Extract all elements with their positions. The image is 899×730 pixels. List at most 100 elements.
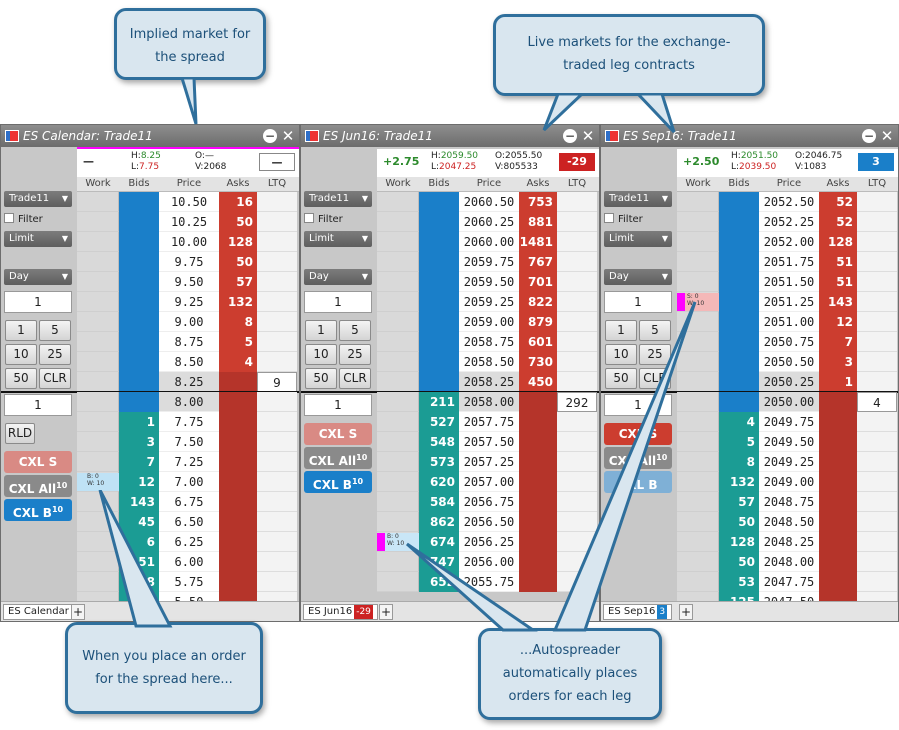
ask-qty-cell[interactable]: 8 [219, 312, 257, 332]
ask-qty-cell[interactable]: 50 [219, 212, 257, 232]
ask-qty-cell[interactable]: 767 [519, 252, 557, 272]
bid-cell[interactable] [719, 332, 759, 352]
ask-cell[interactable] [219, 512, 257, 532]
ladder-row-bid[interactable]: 3 7.50 [77, 432, 299, 452]
bid-cell[interactable] [119, 312, 159, 332]
price-cell[interactable]: 8.50 [159, 352, 219, 372]
ask-cell[interactable] [219, 432, 257, 452]
price-cell[interactable]: 2052.00 [759, 232, 819, 252]
price-cell[interactable]: 7.00 [159, 472, 219, 492]
account-dropdown[interactable]: Trade11 [604, 191, 672, 207]
ask-qty-cell[interactable]: 143 [819, 292, 857, 312]
work-cell[interactable] [677, 272, 719, 292]
price-cell[interactable]: 2050.00 [759, 392, 819, 412]
price-cell[interactable]: 2060.50 [459, 192, 519, 212]
ladder-row-bid[interactable]: 57 2048.75 [677, 492, 898, 512]
ask-qty-cell[interactable]: 52 [819, 192, 857, 212]
bid-cell[interactable] [719, 272, 759, 292]
ask-qty-cell[interactable]: 50 [219, 252, 257, 272]
qty-25-button[interactable]: 25 [39, 344, 71, 365]
ladder-row-bid[interactable]: 8 2049.25 [677, 452, 898, 472]
qty-5-button[interactable]: 5 [339, 320, 371, 341]
work-cell[interactable] [677, 212, 719, 232]
minimize-icon[interactable]: − [263, 129, 277, 143]
ask-qty-cell[interactable]: 16 [219, 192, 257, 212]
ladder-row-ask[interactable]: 2060.25 881 [377, 212, 599, 232]
ask-cell[interactable] [819, 552, 857, 572]
work-cell[interactable] [677, 192, 719, 212]
work-cell[interactable] [77, 252, 119, 272]
ladder-row-ask[interactable]: 2059.50 701 [377, 272, 599, 292]
bid-qty-cell[interactable]: 132 [719, 472, 759, 492]
price-cell[interactable]: 2048.75 [759, 492, 819, 512]
price-cell[interactable]: 2050.75 [759, 332, 819, 352]
bid-qty-cell[interactable]: 3 [119, 432, 159, 452]
ladder-row-bid[interactable]: 8.00 [77, 392, 299, 412]
bid-qty-cell[interactable]: 128 [719, 532, 759, 552]
ladder-row-ask[interactable]: 2051.00 12 [677, 312, 898, 332]
ladder-row-ask[interactable]: 8.25 9 [77, 372, 299, 392]
work-cell[interactable] [377, 192, 419, 212]
ladder-row-bid[interactable]: 1 7.75 [77, 412, 299, 432]
price-cell[interactable]: 9.25 [159, 292, 219, 312]
bid-cell[interactable] [719, 292, 759, 312]
bid-cell[interactable] [719, 312, 759, 332]
tif-dropdown[interactable]: Day [4, 269, 72, 285]
ladder-row-ask[interactable]: 2059.75 767 [377, 252, 599, 272]
ladder-row-ask[interactable]: 9.75 50 [77, 252, 299, 272]
work-cell[interactable] [77, 272, 119, 292]
bid-qty-cell[interactable]: 50 [719, 552, 759, 572]
ask-qty-cell[interactable]: 1481 [519, 232, 557, 252]
bid-cell[interactable] [119, 232, 159, 252]
ladder-row-ask[interactable]: 2052.00 128 [677, 232, 898, 252]
ladder-row-bid[interactable]: 128 2048.25 [677, 532, 898, 552]
working-order-marker[interactable]: B: 0 W: 10 [77, 473, 119, 491]
account-dropdown[interactable]: Trade11 [304, 191, 372, 207]
quantity-field[interactable]: 1 [4, 291, 72, 313]
price-cell[interactable]: 7.50 [159, 432, 219, 452]
ladder-row-bid[interactable]: 7 7.25 [77, 452, 299, 472]
ask-cell[interactable] [219, 452, 257, 472]
qty-25-button[interactable]: 25 [339, 344, 371, 365]
qty-10-button[interactable]: 10 [305, 344, 337, 365]
bid-cell[interactable] [419, 212, 459, 232]
ladder-row-ask[interactable]: 2060.50 753 [377, 192, 599, 212]
ladder-row-bid[interactable]: 50 2048.50 [677, 512, 898, 532]
work-cell[interactable] [77, 452, 119, 472]
ask-qty-cell[interactable]: 51 [819, 252, 857, 272]
ask-cell[interactable] [819, 492, 857, 512]
bid-qty-cell[interactable] [719, 392, 759, 412]
ask-qty-cell[interactable]: 753 [519, 192, 557, 212]
window-titlebar[interactable]: ES Calendar: Trade11 − ✕ [1, 125, 299, 147]
bid-qty-cell[interactable]: 1 [119, 412, 159, 432]
add-tab-icon[interactable]: + [379, 604, 393, 620]
price-cell[interactable]: 7.25 [159, 452, 219, 472]
work-cell[interactable] [77, 232, 119, 252]
bid-cell[interactable] [719, 232, 759, 252]
order-type-dropdown[interactable]: Limit [4, 231, 72, 247]
ask-cell[interactable] [219, 392, 257, 412]
ladder-row-ask[interactable]: 10.00 128 [77, 232, 299, 252]
bid-cell[interactable] [119, 252, 159, 272]
price-cell[interactable]: 8.00 [159, 392, 219, 412]
price-cell[interactable]: 2049.75 [759, 412, 819, 432]
qty-1-button[interactable]: 1 [5, 320, 37, 341]
order-type-dropdown[interactable]: Limit [304, 231, 372, 247]
price-cell[interactable]: 2060.00 [459, 232, 519, 252]
bid-cell[interactable] [119, 272, 159, 292]
price-cell[interactable]: 2049.50 [759, 432, 819, 452]
price-cell[interactable]: 2050.50 [759, 352, 819, 372]
bid-cell[interactable] [419, 232, 459, 252]
qty-50-button[interactable]: 50 [305, 368, 337, 389]
ask-qty-cell[interactable]: 132 [219, 292, 257, 312]
ask-cell[interactable] [819, 432, 857, 452]
work-cell[interactable] [677, 252, 719, 272]
price-cell[interactable]: 2048.00 [759, 552, 819, 572]
price-cell[interactable]: 2048.25 [759, 532, 819, 552]
window-tab[interactable]: ES Jun16 -29 [303, 604, 378, 620]
ladder-row-bid[interactable]: 132 2049.00 [677, 472, 898, 492]
ask-qty-cell[interactable]: 3 [819, 352, 857, 372]
price-cell[interactable]: 2052.50 [759, 192, 819, 212]
bid-cell[interactable] [119, 212, 159, 232]
quantity-field[interactable]: 1 [304, 291, 372, 313]
